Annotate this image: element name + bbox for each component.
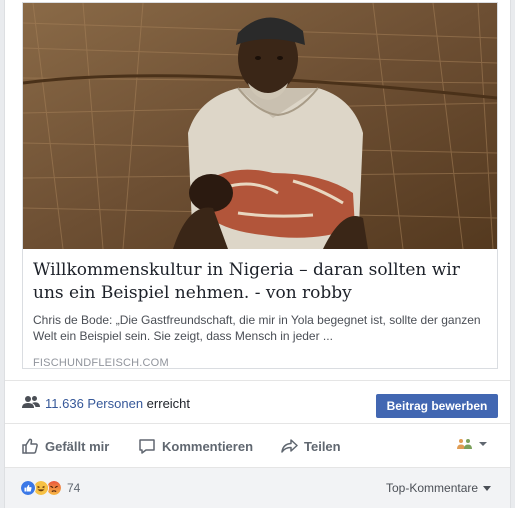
comment-label: Kommentieren xyxy=(162,438,254,454)
friends-icon xyxy=(457,439,472,449)
reach-suffix: erreicht xyxy=(143,396,191,411)
link-preview-text: Willkommenskultur in Nigeria – daran sol… xyxy=(33,259,489,370)
audience-selector[interactable] xyxy=(457,438,489,450)
article-title[interactable]: Willkommenskultur in Nigeria – daran sol… xyxy=(33,259,489,305)
reactions-summary[interactable]: 74 xyxy=(20,480,80,496)
article-photo[interactable] xyxy=(23,3,497,249)
post-card: Willkommenskultur in Nigeria – daran sol… xyxy=(4,0,511,508)
share-button[interactable]: Teilen xyxy=(280,425,341,467)
comments-bar: 74 Top-Kommentare xyxy=(5,467,510,508)
post-reach-bar: 11.636 Personen erreicht Beitrag bewerbe… xyxy=(5,380,510,424)
post-actions: Gefällt mir Kommentieren Teilen xyxy=(5,425,510,467)
people-icon xyxy=(22,396,40,408)
thumbs-up-icon xyxy=(22,438,38,454)
share-label: Teilen xyxy=(304,438,341,454)
comment-sort-label: Top-Kommentare xyxy=(386,481,479,495)
reaction-count: 74 xyxy=(67,481,81,495)
link-preview-card[interactable]: Willkommenskultur in Nigeria – daran sol… xyxy=(22,2,498,369)
like-button[interactable]: Gefällt mir xyxy=(21,425,109,467)
caret-down-icon xyxy=(483,485,492,491)
comment-button[interactable]: Kommentieren xyxy=(138,425,253,467)
article-domain: FISCHUNDFLEISCH.COM xyxy=(33,357,169,369)
reach-count-link[interactable]: 11.636 Personen xyxy=(45,396,143,411)
like-reaction-icon xyxy=(20,480,36,496)
like-label: Gefällt mir xyxy=(45,438,110,454)
share-icon xyxy=(281,439,298,453)
comment-sort-dropdown[interactable]: Top-Kommentare xyxy=(386,481,492,495)
reach-text: 11.636 Personen erreicht xyxy=(45,396,190,412)
comment-icon xyxy=(139,439,155,454)
article-description: Chris de Bode: „Die Gastfreundschaft, di… xyxy=(33,313,481,343)
chevron-down-icon xyxy=(479,442,487,446)
boost-post-button[interactable]: Beitrag bewerben xyxy=(376,394,498,418)
